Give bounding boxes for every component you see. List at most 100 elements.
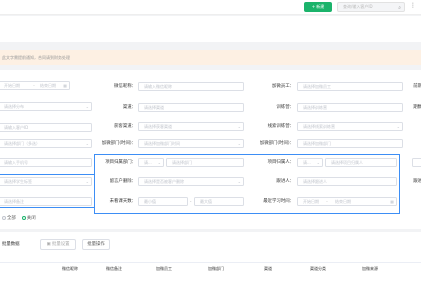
follower-placeholder: 请选择跟进人 [303,179,327,184]
recent-study-start: 开始日期 [303,199,319,204]
chevron-down-icon: ⌄ [237,124,241,129]
radio-dot-selected [21,215,26,220]
left-filter-3-placeholder: 请选择部门（多选） [4,141,40,146]
channel-placeholder: 请选择渠道 [144,105,164,110]
new-button-label: + 新建 [311,4,325,9]
notice-text: 此文字需提前通知，合同请到财务处理 [2,55,70,60]
label-project-dept: 项目归属部门： [105,160,136,165]
label-follower: 跟进人： [276,179,294,184]
left-filter-1[interactable]: 请选择分布 ⌄ [0,102,92,111]
radio-option-close[interactable]: 关闭 [21,215,36,221]
table-header: 微信昵称 微信备注 加微员工 加微部门 渠道 渠道分类 加微来源 [0,262,421,276]
toolbar-strip [0,16,421,42]
acquire-channel-select[interactable]: 请选择获客渠道 ⌄ [138,122,244,131]
date-separator-2: - [326,199,328,204]
batch-data-label: 批量数据 [2,242,20,247]
label-camp: 训练营： [276,105,294,110]
chevron-down-icon: ⌄ [237,141,241,146]
search-icon: ⌕ [398,5,401,11]
wechat-staff-select[interactable]: 请选择加微员工 [297,82,403,91]
more-icon[interactable]: ⋮ [410,2,416,9]
project-dept-mode-value: 请... [144,160,152,165]
lead-camp-placeholder: 请选择线索训练营 [303,124,335,129]
project-owner-mode-select[interactable]: 请... ⌄ [297,158,323,167]
unwatched-min-input[interactable]: 最小值 [138,197,188,206]
left-filter-4[interactable]: 请输入手机号 [0,158,92,167]
label-col4-0: 前期 [413,84,421,89]
top-search-input[interactable]: 查询/输入客户ID ⌕ [337,2,405,12]
lead-camp-select[interactable]: 请选择线索训练营 ⌄ [297,122,403,131]
left-filter-1-placeholder: 请选择分布 [4,104,24,109]
dept-time-placeholder: 请选择加微部门时间 [144,141,180,146]
unwatched-max-placeholder: 最大值 [200,199,212,204]
label-wechat-nickname: 微信昵称： [114,84,136,89]
chevron-down-icon: ⌄ [396,124,400,129]
radio-all-label: 全部 [7,216,16,221]
label-acquire-channel: 获客渠道： [114,124,136,129]
batch-op-button[interactable]: 批量操作 [82,239,110,250]
radio-option-all[interactable]: 全部 [2,215,16,221]
project-dept-select[interactable]: 请选择部门 [166,158,244,167]
label-recent-study: 最近学习时间： [263,199,294,204]
chevron-down-icon: ⌄ [85,141,89,146]
channel-select[interactable]: 请选择渠道 [138,103,244,112]
deleted-select[interactable]: 请选择是否被客户删除 ⌄ [138,177,244,186]
unwatched-min-placeholder: 最小值 [144,199,156,204]
wechat-nickname-input[interactable]: 请输入微信昵称 [138,82,244,91]
chevron-down-icon: ⌄ [316,160,320,165]
follower-select[interactable]: 请选择跟进人 [297,177,397,186]
left-filter-4-placeholder: 请输入手机号 [4,160,28,165]
chevron-down-icon: ⌄ [157,160,161,165]
dept-time-2-select[interactable]: 请选择加微部门 [297,139,403,148]
label-lead-camp: 线索训练营： [267,124,294,129]
left-filter-5[interactable]: 请选择学生标签 ⌄ [0,177,92,186]
chevron-down-icon: ⌄ [85,179,89,184]
date-separator: - [33,83,35,88]
label-dept-time-2: 加微部门(时间)： [259,141,294,146]
col-channel-category: 渠道分类 [310,266,326,271]
dept-time-select[interactable]: 请选择加微部门时间 ⌄ [138,139,244,148]
label-channel: 渠道： [122,105,136,110]
calendar-icon: ▦ [63,83,67,88]
assign-label: 批量设置 [51,242,70,247]
col-wechat-nickname: 微信昵称 [62,266,78,271]
project-owner-select[interactable]: 请选择项目归属人 [325,158,397,167]
assign-button[interactable]: ▣ 批量设置 [40,239,76,250]
left-filter-6[interactable]: 请选择备注 [0,197,92,206]
radio-group: 全部 关闭 [2,215,36,221]
new-button[interactable]: + 新建 [304,2,332,12]
table-body [0,275,421,300]
label-wechat-staff: 加微员工： [272,84,294,89]
project-dept-placeholder: 请选择部门 [172,160,192,165]
filter-panel: 开始日期 - 结束日期 ▦ 请选择分布 ⌄ 请输入客户ID 请选择部门（多选） ⌄ … [0,70,421,229]
label-project-owner: 项目归属人： [267,160,294,165]
camp-placeholder: 请选择训练营 [303,105,327,110]
wechat-nickname-placeholder: 请输入微信昵称 [144,84,172,89]
radio-dot [2,215,6,220]
project-owner-mode-value: 请... [303,160,311,165]
unwatched-max-input[interactable]: 最大值 [194,197,244,206]
radio-close-label: 关闭 [26,216,36,221]
deleted-placeholder: 请选择是否被客户删除 [144,179,184,184]
col4-input[interactable] [412,158,421,167]
col-channel: 渠道 [264,266,272,271]
left-filter-3[interactable]: 请选择部门（多选） ⌄ [0,139,92,148]
label-unwatched-days: 未看课天数： [109,199,136,204]
date-range-input[interactable]: 开始日期 - 结束日期 ▦ [0,81,70,90]
left-filter-2[interactable]: 请输入客户ID [0,123,92,132]
col-wechat-source: 加微来源 [362,266,378,271]
chevron-down-icon: ⌄ [237,179,241,184]
chevron-down-icon: ⌄ [85,104,89,109]
left-filter-2-placeholder: 请输入客户ID [4,125,29,130]
recent-study-end: 结束日期 [335,199,352,204]
recent-study-range[interactable]: 开始日期 - 结束日期 ▦ [297,197,397,206]
date-start-placeholder: 开始日期 [4,83,20,88]
camp-select[interactable]: 请选择训练营 [297,103,403,112]
col-wechat-staff: 加微员工 [156,266,172,271]
project-dept-mode-select[interactable]: 请... ⌄ [138,158,164,167]
action-bar: 批量数据 ▣ 批量设置 批量操作 [0,232,421,262]
batch-op-label: 批量操作 [87,242,105,247]
left-filter-5-placeholder: 请选择学生标签 [4,179,32,184]
top-bar: + 新建 查询/输入客户ID ⌕ ⋮ [0,0,421,15]
dept-time-2-placeholder: 请选择加微部门 [303,141,331,146]
